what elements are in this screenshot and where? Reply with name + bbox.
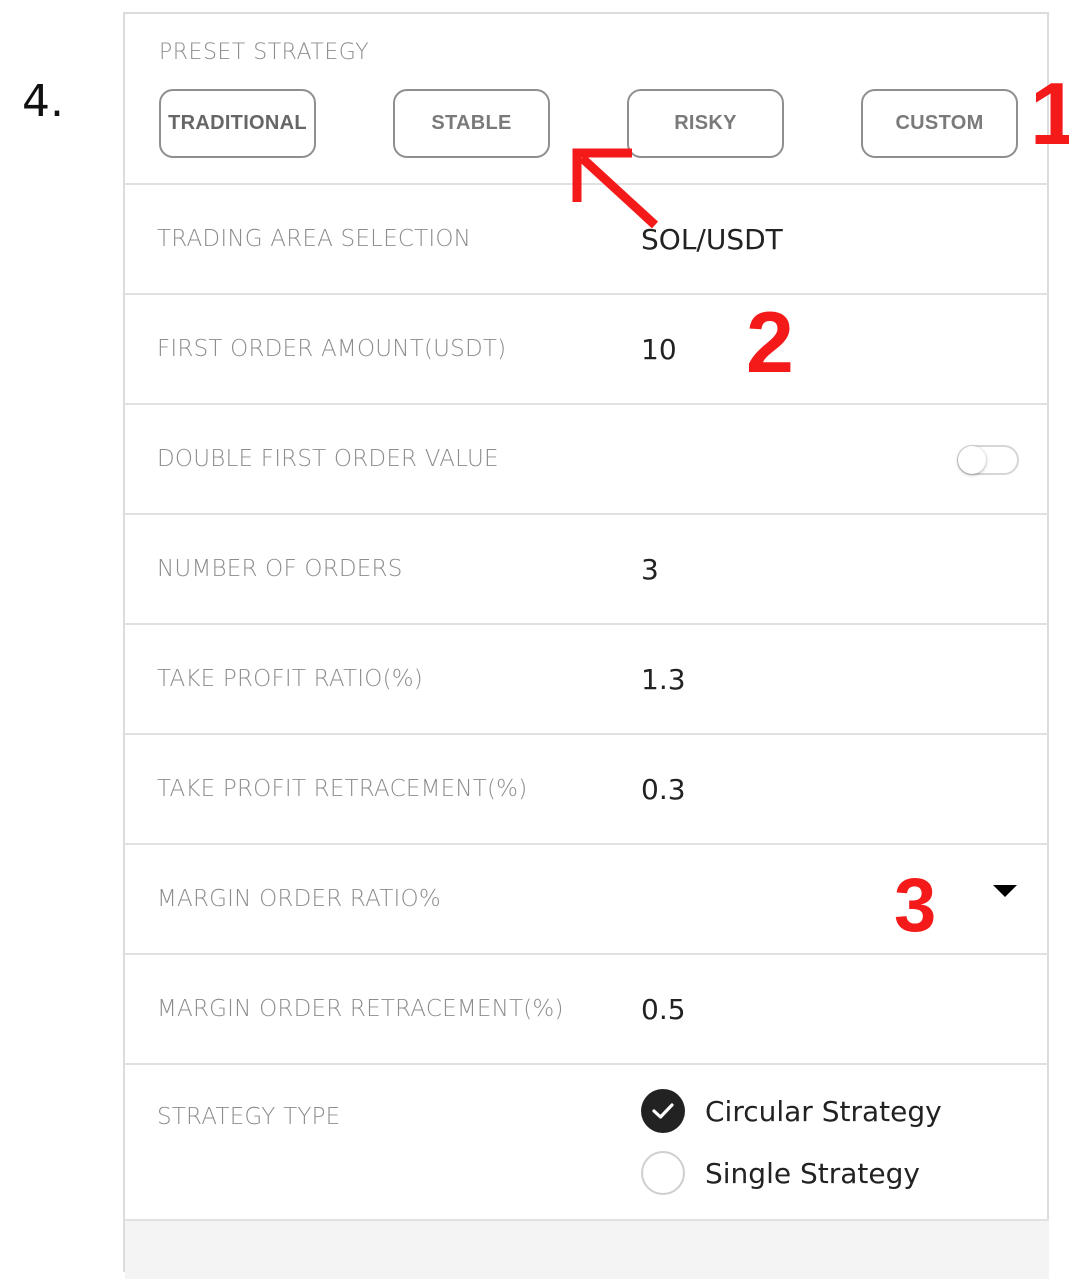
double-first-order-row: DOUBLE FIRST ORDER VALUE bbox=[125, 403, 1049, 513]
margin-order-retracement-label: MARGIN ORDER RETRACEMENT(%) bbox=[157, 996, 564, 1022]
number-of-orders-label: NUMBER OF ORDERS bbox=[157, 556, 403, 582]
first-order-amount-input[interactable]: 10 bbox=[641, 295, 677, 403]
circular-strategy-label: Circular Strategy bbox=[705, 1094, 942, 1128]
single-strategy-label: Single Strategy bbox=[705, 1156, 920, 1190]
preset-strategy-title: PRESET STRATEGY bbox=[159, 40, 370, 65]
radio-unchecked-icon[interactable] bbox=[641, 1151, 685, 1195]
take-profit-retracement-label: TAKE PROFIT RETRACEMENT(%) bbox=[157, 776, 528, 802]
take-profit-ratio-row: TAKE PROFIT RATIO(%) 1.3 bbox=[125, 623, 1049, 733]
number-of-orders-row: NUMBER OF ORDERS 3 bbox=[125, 513, 1049, 623]
annotation-number-3: 3 bbox=[894, 863, 937, 948]
toggle-knob bbox=[958, 446, 986, 474]
circular-strategy-option[interactable]: Circular Strategy bbox=[641, 1089, 942, 1133]
red-arrow-icon bbox=[572, 148, 659, 229]
first-order-amount-label: FIRST ORDER AMOUNT(USDT) bbox=[157, 336, 507, 362]
step-number: 4. bbox=[22, 76, 64, 127]
first-order-amount-row: FIRST ORDER AMOUNT(USDT) 10 bbox=[125, 293, 1049, 403]
take-profit-retracement-input[interactable]: 0.3 bbox=[641, 735, 686, 843]
dropdown-arrow-icon[interactable] bbox=[993, 885, 1017, 897]
take-profit-ratio-input[interactable]: 1.3 bbox=[641, 625, 686, 733]
preset-traditional-button[interactable]: TRADITIONAL bbox=[159, 89, 316, 158]
margin-order-retracement-row: MARGIN ORDER RETRACEMENT(%) 0.5 bbox=[125, 953, 1049, 1063]
annotation-number-1: 1 bbox=[1030, 64, 1069, 163]
take-profit-retracement-row: TAKE PROFIT RETRACEMENT(%) 0.3 bbox=[125, 733, 1049, 843]
bottom-strip bbox=[125, 1219, 1049, 1279]
annotation-number-2: 2 bbox=[746, 295, 794, 391]
preset-custom-button[interactable]: CUSTOM bbox=[861, 89, 1018, 158]
strategy-type-row: STRATEGY TYPE Circular Strategy Single S… bbox=[125, 1063, 1049, 1219]
strategy-type-label: STRATEGY TYPE bbox=[157, 1104, 341, 1130]
checkmark-icon[interactable] bbox=[641, 1089, 685, 1133]
margin-order-ratio-label: MARGIN ORDER RATIO% bbox=[157, 886, 441, 912]
trading-area-label: TRADING AREA SELECTION bbox=[157, 226, 472, 252]
double-first-order-label: DOUBLE FIRST ORDER VALUE bbox=[157, 446, 499, 472]
take-profit-ratio-label: TAKE PROFIT RATIO(%) bbox=[157, 666, 423, 692]
number-of-orders-input[interactable]: 3 bbox=[641, 515, 659, 623]
double-first-order-toggle[interactable] bbox=[957, 445, 1019, 475]
preset-stable-button[interactable]: STABLE bbox=[393, 89, 550, 158]
single-strategy-option[interactable]: Single Strategy bbox=[641, 1151, 920, 1195]
margin-order-retracement-input[interactable]: 0.5 bbox=[641, 955, 686, 1063]
